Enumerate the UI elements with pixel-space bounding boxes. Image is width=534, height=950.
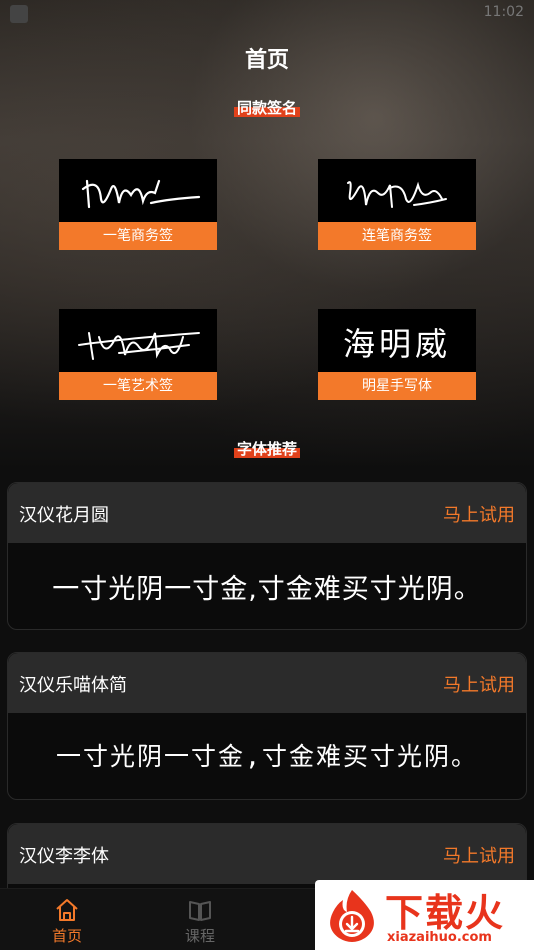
signature-sample-image xyxy=(59,309,217,372)
signature-card-celebrity-handwriting[interactable]: 海明威 明星手写体 xyxy=(318,309,476,400)
signature-scribble-icon xyxy=(78,332,200,360)
try-now-button[interactable]: 马上试用 xyxy=(443,842,515,868)
signature-scribble-icon xyxy=(81,179,201,209)
watermark-url: xiazaihuo.com xyxy=(387,930,492,945)
tab-label: 首页 xyxy=(51,927,82,945)
signature-scribble-icon xyxy=(347,181,447,208)
signature-card-label: 连笔商务签 xyxy=(318,222,476,250)
font-card-header: 汉仪李李体 马上试用 xyxy=(8,824,526,884)
font-card[interactable]: 汉仪乐喵体简 马上试用 一寸光阴一寸金,寸金难买寸光阴。 xyxy=(7,652,527,800)
signature-sample-image xyxy=(59,159,217,222)
book-icon xyxy=(189,901,211,921)
status-time: 11:02 xyxy=(483,4,524,20)
tab-home[interactable]: 首页 xyxy=(32,897,102,946)
page-title: 首页 xyxy=(244,48,289,73)
font-name: 汉仪花月圆 xyxy=(19,505,109,526)
font-card-header: 汉仪乐喵体简 马上试用 xyxy=(8,653,526,713)
signature-section-title: 同款签名 xyxy=(0,99,534,117)
font-name: 汉仪乐喵体简 xyxy=(19,675,127,696)
signature-card-one-stroke-art[interactable]: 一笔艺术签 xyxy=(59,309,217,400)
tab-course[interactable]: 课程 xyxy=(165,897,235,946)
tab-label: 课程 xyxy=(184,927,215,945)
signature-sample-image: 海明威 xyxy=(318,309,476,372)
watermark-logo: 下载火 xiazaihuo.com xyxy=(315,880,534,950)
flame-logo-icon xyxy=(330,890,374,942)
font-sample-text: 一寸光阴一寸金,寸金难买寸光阴。 xyxy=(52,574,482,605)
home-icon xyxy=(56,899,78,921)
font-card[interactable]: 汉仪花月圆 马上试用 一寸光阴一寸金,寸金难买寸光阴。 xyxy=(7,482,527,630)
signature-card-one-stroke-business[interactable]: 一笔商务签 xyxy=(59,159,217,250)
font-sample-text: 一寸光阴一寸金,寸金难买寸光阴。 xyxy=(55,742,479,771)
signature-card-label: 明星手写体 xyxy=(318,372,476,400)
status-bar: 11:02 xyxy=(0,0,534,28)
signature-sample-image xyxy=(318,159,476,222)
try-now-button[interactable]: 马上试用 xyxy=(443,671,515,697)
font-section-title: 字体推荐 xyxy=(0,440,534,458)
try-now-button[interactable]: 马上试用 xyxy=(443,501,515,527)
signature-card-label: 一笔商务签 xyxy=(59,222,217,250)
font-name: 汉仪李李体 xyxy=(19,846,109,867)
font-card-header: 汉仪花月圆 马上试用 xyxy=(8,483,526,543)
signature-card-label: 一笔艺术签 xyxy=(59,372,217,400)
signature-sample-text: 海明威 xyxy=(342,325,451,363)
watermark-title: 下载火 xyxy=(385,891,506,935)
signature-card-connected-business[interactable]: 连笔商务签 xyxy=(318,159,476,250)
notification-icon xyxy=(10,5,28,23)
